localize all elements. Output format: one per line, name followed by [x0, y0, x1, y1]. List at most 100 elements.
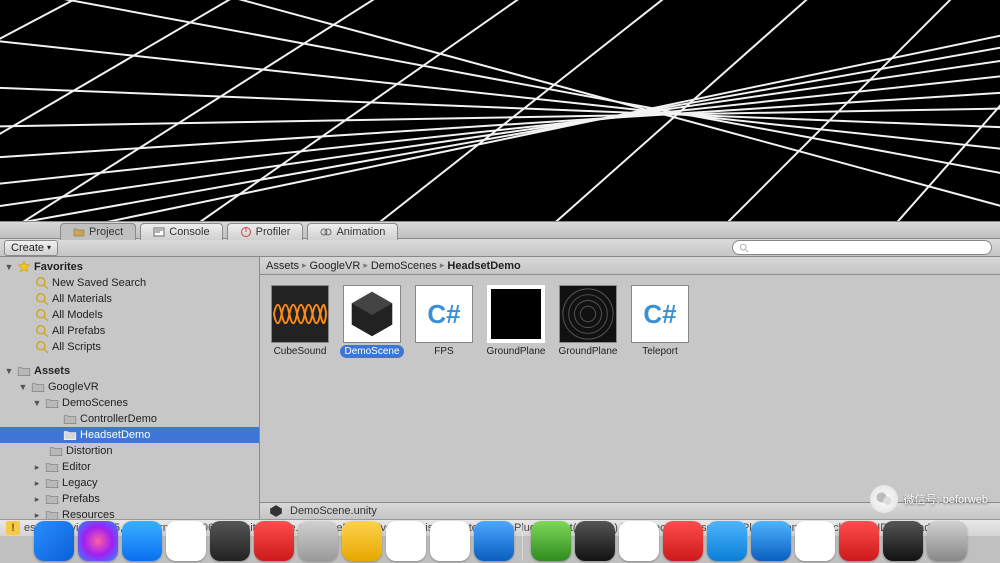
folder-icon: [73, 226, 85, 238]
asset-cubesound[interactable]: CubeSound: [268, 285, 332, 358]
search-saved-icon: [35, 277, 49, 289]
tree-label: GoogleVR: [48, 381, 99, 393]
dock-settings-icon[interactable]: [210, 521, 250, 561]
dock-safari-icon[interactable]: [751, 521, 791, 561]
folder-icon: [49, 445, 63, 457]
dock-launchpad-icon[interactable]: [298, 521, 338, 561]
tree-folder[interactable]: ▸Legacy: [0, 475, 259, 491]
breadcrumb[interactable]: Assets▸ GoogleVR▸ DemoScenes▸ HeadsetDem…: [260, 257, 1000, 275]
dock-evernote-icon[interactable]: [531, 521, 571, 561]
tree-folder[interactable]: Distortion: [0, 443, 259, 459]
asset-groundplane-tex[interactable]: GroundPlane: [556, 285, 620, 358]
folder-icon: [45, 461, 59, 473]
project-content: Assets▸ GoogleVR▸ DemoScenes▸ HeadsetDem…: [260, 257, 1000, 519]
tree-label: Editor: [62, 461, 91, 473]
dock-app-box-icon[interactable]: [575, 521, 615, 561]
watermark: 微信号: beforweb: [870, 485, 988, 513]
create-button[interactable]: Create ▾: [4, 240, 58, 256]
dock-app-g-icon[interactable]: [254, 521, 294, 561]
asset-label: CubeSound: [268, 345, 332, 358]
csharp-icon: C#: [415, 285, 473, 343]
folder-icon: [45, 477, 59, 489]
tree-label: HeadsetDemo: [80, 429, 150, 441]
dock-itunes-icon[interactable]: [78, 521, 118, 561]
chevron-down-icon: ▾: [47, 243, 51, 252]
dock-app-e-icon[interactable]: [839, 521, 879, 561]
tree-favorite-item[interactable]: All Models: [0, 307, 259, 323]
dock-finder-icon[interactable]: [34, 521, 74, 561]
tab-label: Animation: [336, 226, 385, 238]
project-tree[interactable]: ▼ Favorites New Saved Search All Materia…: [0, 257, 260, 519]
asset-grid[interactable]: CubeSound DemoScene C# FPS GroundPlane G…: [260, 275, 1000, 502]
tree-assets-header[interactable]: ▼ Assets: [0, 363, 259, 379]
dock-app-flag-icon[interactable]: [342, 521, 382, 561]
console-icon: [153, 226, 165, 238]
asset-label: FPS: [412, 345, 476, 358]
dock-xcode-icon[interactable]: [474, 521, 514, 561]
asset-teleport[interactable]: C# Teleport: [628, 285, 692, 358]
macos-dock[interactable]: [0, 517, 1000, 563]
tree-label: New Saved Search: [52, 277, 146, 289]
tree-favorite-item[interactable]: All Scripts: [0, 339, 259, 355]
unity-scene-icon: [343, 285, 401, 343]
tree-favorites-header[interactable]: ▼ Favorites: [0, 259, 259, 275]
tree-favorite-item[interactable]: All Prefabs: [0, 323, 259, 339]
tree-label: Favorites: [34, 261, 83, 273]
dock-sketch-icon[interactable]: [386, 521, 426, 561]
search-input[interactable]: [732, 240, 992, 255]
scene-view[interactable]: [0, 0, 1000, 221]
tree-folder[interactable]: ▸Prefabs: [0, 491, 259, 507]
audio-icon: [271, 285, 329, 343]
tab-label: Profiler: [256, 226, 291, 238]
tree-favorite-item[interactable]: All Materials: [0, 291, 259, 307]
dock-app-cloud-icon[interactable]: [707, 521, 747, 561]
breadcrumb-item[interactable]: DemoScenes: [371, 260, 437, 272]
tab-animation[interactable]: Animation: [307, 223, 398, 240]
panel-tab-bar: Project Console Profiler Animation: [0, 221, 1000, 239]
star-icon: [17, 261, 31, 273]
dock-trash-icon[interactable]: [927, 521, 967, 561]
asset-groundplane-mat[interactable]: GroundPlane: [484, 285, 548, 358]
tree-folder-demoscenes[interactable]: ▼DemoScenes: [0, 395, 259, 411]
wechat-icon: [870, 485, 898, 513]
profiler-icon: [240, 226, 252, 238]
tree-label: Prefabs: [62, 493, 100, 505]
tree-label: Distortion: [66, 445, 112, 457]
selection-label: DemoScene.unity: [290, 505, 377, 517]
dock-photos-icon[interactable]: [166, 521, 206, 561]
tree-favorite-item[interactable]: New Saved Search: [0, 275, 259, 291]
search-saved-icon: [35, 325, 49, 337]
folder-icon: [31, 381, 45, 393]
dock-appstore-icon[interactable]: [122, 521, 162, 561]
tree-label: ControllerDemo: [80, 413, 157, 425]
breadcrumb-item[interactable]: Assets: [266, 260, 299, 272]
csharp-icon: C#: [631, 285, 689, 343]
tab-label: Console: [169, 226, 209, 238]
dock-wechat-icon[interactable]: [619, 521, 659, 561]
tree-folder-googlevr[interactable]: ▼GoogleVR: [0, 379, 259, 395]
asset-fps[interactable]: C# FPS: [412, 285, 476, 358]
tab-profiler[interactable]: Profiler: [227, 223, 304, 240]
dock-chrome-icon[interactable]: [430, 521, 470, 561]
create-button-label: Create: [11, 242, 44, 254]
tree-folder-controllerdemo[interactable]: ControllerDemo: [0, 411, 259, 427]
tab-project[interactable]: Project: [60, 223, 136, 240]
tree-folder[interactable]: ▸Editor: [0, 459, 259, 475]
tab-console[interactable]: Console: [140, 223, 222, 240]
tree-label: All Scripts: [52, 341, 101, 353]
breadcrumb-item[interactable]: HeadsetDemo: [447, 260, 520, 272]
folder-icon: [45, 493, 59, 505]
dock-qq-icon[interactable]: [795, 521, 835, 561]
folder-icon: [63, 429, 77, 441]
dock-unity-icon[interactable]: [883, 521, 923, 561]
search-saved-icon: [35, 309, 49, 321]
search-saved-icon: [35, 341, 49, 353]
dock-separator: [522, 525, 523, 561]
tree-folder-headsetdemo[interactable]: HeadsetDemo: [0, 427, 259, 443]
tree-label: Legacy: [62, 477, 97, 489]
folder-icon: [63, 413, 77, 425]
folder-icon: [17, 365, 31, 377]
asset-demoscene[interactable]: DemoScene: [340, 285, 404, 358]
dock-app-target-icon[interactable]: [663, 521, 703, 561]
breadcrumb-item[interactable]: GoogleVR: [310, 260, 361, 272]
